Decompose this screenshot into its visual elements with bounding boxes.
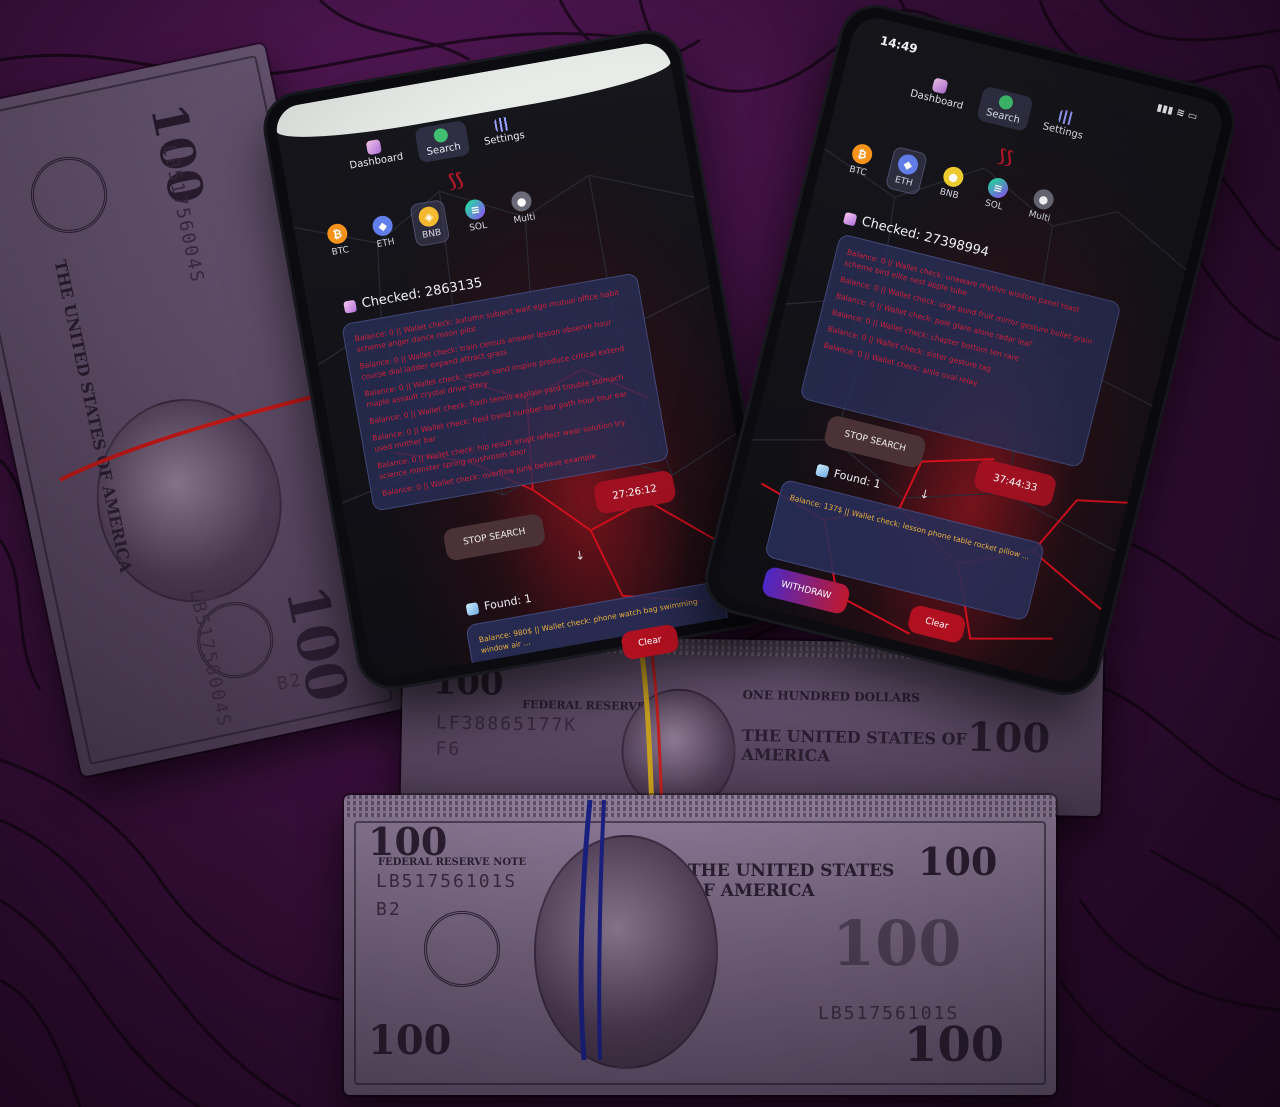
down-arrow-icon: ↓ <box>573 547 587 564</box>
coin-eth[interactable]: ◆ ETH <box>884 145 929 196</box>
coin-bnb[interactable]: ● BNB <box>931 159 972 207</box>
bnb-icon: ◈ <box>417 205 441 229</box>
settings-icon <box>1057 108 1075 126</box>
multi-icon: ● <box>1031 187 1056 212</box>
coin-eth[interactable]: ◆ ETH <box>364 209 403 255</box>
photo-scene: 100 100 LB51756004S LB51756004S B2 THE U… <box>0 0 1280 1107</box>
dashboard-icon <box>365 139 383 156</box>
phone-left-screen: Dashboard Search Settings ⟆⟆ ₿ BTC ◆ ETH… <box>272 39 768 681</box>
cube-icon <box>465 601 480 616</box>
cube-icon <box>343 299 358 314</box>
dashboard-icon <box>931 77 949 95</box>
coin-bnb[interactable]: ◈ BNB <box>409 198 451 248</box>
search-icon <box>997 93 1015 111</box>
settings-icon <box>493 116 511 133</box>
btc-icon: ₿ <box>850 141 875 167</box>
sol-icon: ≡ <box>985 175 1011 201</box>
coin-btc[interactable]: ₿ BTC <box>319 217 358 263</box>
eth-icon: ◆ <box>371 214 395 238</box>
cube-icon <box>842 211 858 226</box>
multi-icon: ● <box>509 189 534 213</box>
coin-multi[interactable]: ● Multi <box>502 185 543 231</box>
coin-sol[interactable]: ≡ SOL <box>457 193 496 239</box>
coin-sol[interactable]: ≡ SOL <box>976 171 1017 219</box>
cube-icon <box>815 463 830 478</box>
btc-icon: ₿ <box>325 222 349 246</box>
sol-icon: ≡ <box>463 197 487 222</box>
search-icon <box>433 127 450 144</box>
eth-icon: ◆ <box>895 152 921 177</box>
bnb-icon: ● <box>941 164 966 189</box>
